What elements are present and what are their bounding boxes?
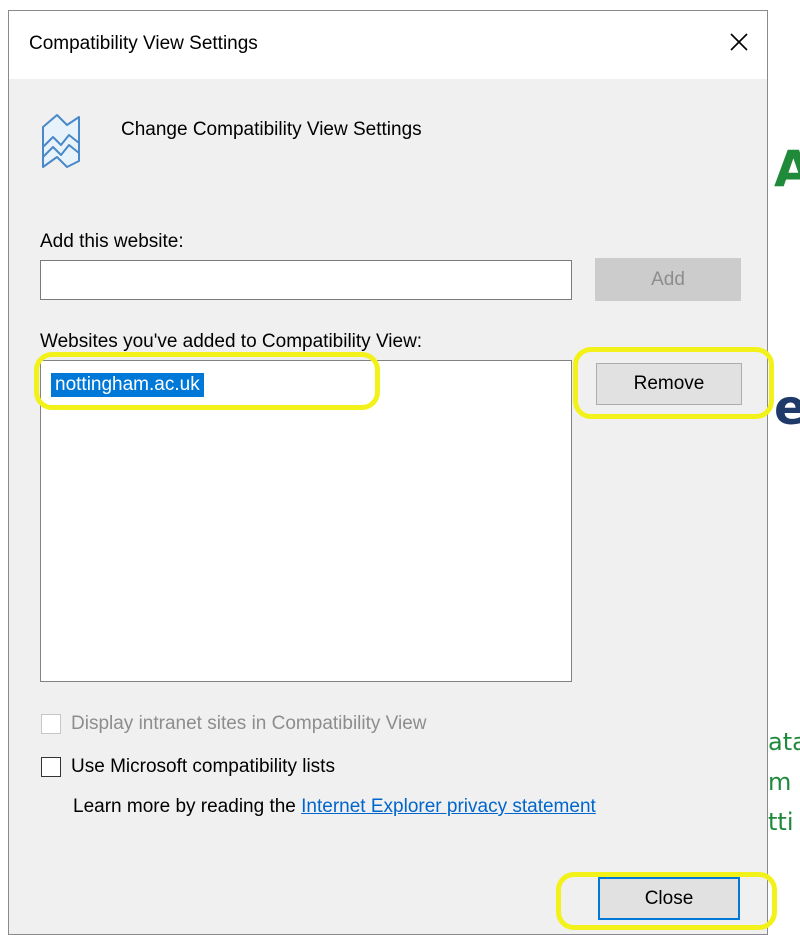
close-button[interactable]: Close (598, 877, 740, 920)
background-fragment: tti (768, 808, 794, 836)
close-icon[interactable] (722, 23, 756, 61)
privacy-statement-link[interactable]: Internet Explorer privacy statement (301, 796, 596, 817)
background-fragment: m (768, 768, 792, 796)
background-fragment: e (774, 380, 800, 436)
added-websites-list[interactable]: nottingham.ac.uk (40, 360, 572, 682)
added-websites-label: Websites you've added to Compatibility V… (40, 331, 423, 352)
add-website-label: Add this website: (40, 231, 184, 252)
intranet-checkbox-label: Display intranet sites in Compatibility … (71, 713, 427, 734)
ms-lists-checkbox[interactable] (41, 757, 61, 777)
list-item[interactable]: nottingham.ac.uk (51, 373, 204, 397)
ms-lists-checkbox-label: Use Microsoft compatibility lists (71, 756, 335, 777)
intranet-checkbox[interactable] (41, 714, 61, 734)
dialog-header: Change Compatibility View Settings (121, 119, 422, 140)
compatibility-view-icon (39, 111, 83, 176)
title-bar: Compatibility View Settings (9, 11, 767, 79)
learn-more-prefix: Learn more by reading the (73, 796, 296, 817)
background-fragment: ata (768, 728, 800, 756)
learn-more-text: Learn more by reading the Internet Explo… (73, 796, 596, 818)
background-page: A e ata m tti (768, 0, 800, 935)
background-fragment: A (774, 140, 800, 198)
add-website-input[interactable] (40, 260, 572, 300)
compatibility-view-dialog: Compatibility View Settings Change Compa… (8, 10, 768, 935)
dialog-title: Compatibility View Settings (29, 33, 258, 54)
add-button[interactable]: Add (595, 258, 741, 301)
remove-button[interactable]: Remove (596, 363, 742, 405)
